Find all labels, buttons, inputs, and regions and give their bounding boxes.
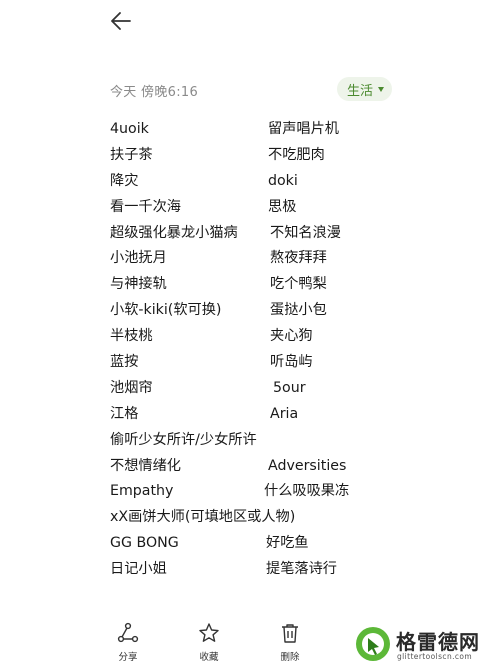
share-icon: [117, 622, 139, 643]
note-line-left: 看一千次海: [110, 198, 181, 215]
note-line: 江格 Aria: [110, 402, 450, 428]
note-line-right: 夹心狗: [270, 328, 313, 345]
delete-button[interactable]: 删除: [268, 622, 312, 663]
note-line-left: 日记小姐: [110, 561, 167, 578]
note-line-left: 蓝按: [110, 354, 139, 371]
note-line: 与神接轨 吃个鸭梨: [110, 272, 450, 298]
note-line-left: 扶子茶: [110, 146, 153, 163]
note-date: 今天 傍晚6:16: [110, 85, 199, 100]
note-line-left: 降灾: [110, 172, 139, 189]
note-line-left: 4uoik: [110, 121, 149, 137]
favorite-label: 收藏: [199, 652, 219, 663]
note-line: xX画饼大师(可填地区或人物): [110, 505, 450, 531]
note-line-left: 不想情绪化: [110, 457, 181, 474]
note-line-right: doki: [268, 172, 298, 189]
category-dropdown[interactable]: 生活: [336, 77, 392, 101]
note-line-right: 不知名浪漫: [270, 224, 341, 241]
note-line: 半枝桃 夹心狗: [110, 324, 450, 350]
note-meta: 今天 傍晚6:16 生活: [110, 77, 392, 101]
note-line: 日记小姐 提笔落诗行: [110, 557, 450, 583]
note-line-right: 好吃鱼: [266, 535, 309, 552]
note-line-left: Empathy: [110, 483, 174, 500]
share-label: 分享: [118, 652, 138, 663]
note-line-right: 不吃肥肉: [268, 146, 325, 163]
note-line: 扶子茶 不吃肥肉: [110, 143, 450, 169]
note-line-left: GG BONG: [110, 535, 179, 552]
note-line: 小软-kiki(软可换) 蛋挞小包: [110, 298, 450, 324]
note-line-left: 偷听少女所许/少女所许: [110, 431, 257, 448]
note-line-right: 提笔落诗行: [266, 561, 337, 578]
bottom-toolbar: 分享 收藏 删除: [100, 622, 340, 663]
site-name: 格雷德网: [396, 630, 480, 654]
note-line: Empathy 什么吸吸果冻: [110, 479, 450, 505]
site-logo-icon: [356, 627, 390, 661]
note-line: 小池抚月 熬夜拜拜: [110, 246, 450, 272]
note-line-left: 超级强化暴龙小猫病: [110, 224, 238, 241]
note-line: 4uoik 留声唱片机: [110, 117, 450, 143]
note-line-left: 江格: [110, 405, 139, 422]
note-line: 降灾 doki: [110, 169, 450, 195]
note-line: GG BONG 好吃鱼: [110, 531, 450, 557]
note-line: 超级强化暴龙小猫病 不知名浪漫: [110, 221, 450, 247]
note-line-right: 什么吸吸果冻: [264, 483, 350, 500]
note-line-left: 与神接轨: [110, 276, 167, 293]
note-line: 偷听少女所许/少女所许: [110, 428, 450, 454]
favorite-button[interactable]: 收藏: [187, 622, 231, 663]
note-line: 池烟帘 5our: [110, 376, 450, 402]
note-line-right: 留声唱片机: [268, 121, 339, 137]
site-watermark: 格雷德网 glittertoolscn.com: [350, 622, 500, 667]
note-line-right: 思极: [268, 198, 297, 215]
note-line-left: 小池抚月: [110, 250, 167, 267]
note-line: 不想情绪化 Adversities: [110, 454, 450, 480]
note-line-right: 熬夜拜拜: [270, 250, 327, 267]
note-line-left: xX画饼大师(可填地区或人物): [110, 509, 296, 526]
site-url: glittertoolscn.com: [397, 652, 473, 661]
category-label: 生活: [346, 83, 373, 99]
back-button[interactable]: [108, 8, 134, 34]
note-line-right: 吃个鸭梨: [270, 276, 327, 293]
note-line-right: Aria: [270, 405, 299, 422]
note-line-left: 半枝桃: [110, 328, 153, 345]
note-line-right: 5our: [273, 379, 306, 396]
share-button[interactable]: 分享: [106, 622, 150, 663]
note-line-left: 池烟帘: [110, 379, 153, 396]
arrow-left-icon: [111, 12, 131, 30]
note-line-right: Adversities: [268, 457, 347, 474]
delete-label: 删除: [280, 652, 300, 663]
note-line-left: 小软-kiki(软可换): [110, 302, 222, 319]
note-body[interactable]: 4uoik 留声唱片机 扶子茶 不吃肥肉 降灾 doki 看一千次海 思极 超级强化暴龙小猫病不…: [110, 117, 450, 583]
note-line: 看一千次海 思极: [110, 195, 450, 221]
note-line-right: 蛋挞小包: [270, 302, 327, 319]
note-line-right: 听岛屿: [270, 354, 313, 371]
star-icon: [199, 623, 219, 642]
caret-down-icon: [378, 87, 384, 92]
trash-icon: [282, 624, 298, 643]
note-line: 蓝按 听岛屿: [110, 350, 450, 376]
